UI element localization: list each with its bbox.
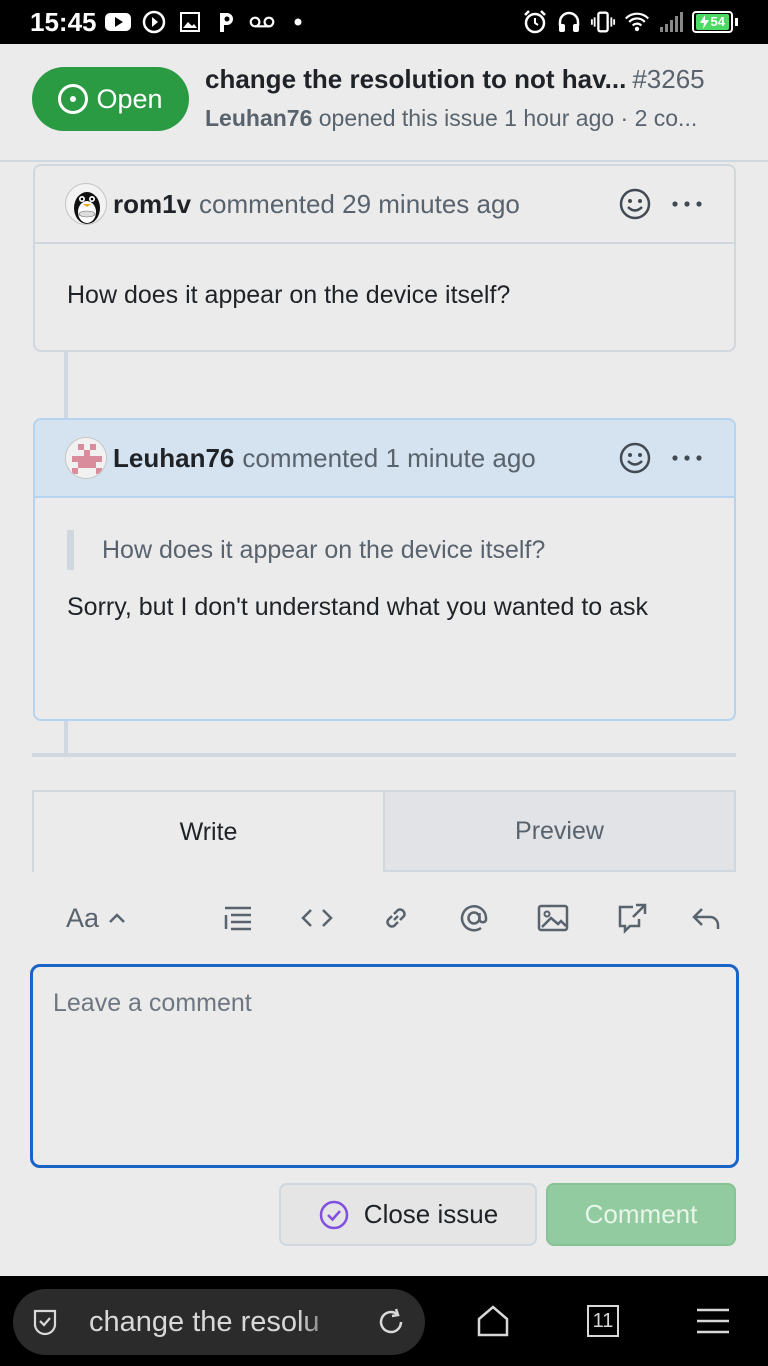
- avatar[interactable]: [65, 437, 107, 479]
- signal-icon: [658, 9, 684, 35]
- comment-actions: [618, 441, 704, 475]
- browser-bottom-bar: change the resolu 11: [0, 1276, 768, 1366]
- saved-replies-button[interactable]: [671, 893, 740, 943]
- close-issue-button[interactable]: Close issue: [279, 1183, 537, 1246]
- check-circle-icon: [319, 1200, 349, 1229]
- image-icon: [177, 9, 203, 35]
- smiley-icon[interactable]: [618, 441, 652, 475]
- vibrate-icon: [590, 9, 616, 35]
- numbered-list-button[interactable]: [199, 893, 278, 943]
- issue-title-text: change the resolution to not hav...: [205, 64, 627, 94]
- editor-tabs: Write Preview: [32, 790, 736, 872]
- youtube-icon: [104, 9, 131, 35]
- link-icon: [385, 908, 406, 928]
- text-format-label: Aa: [66, 902, 100, 933]
- comment-submit-button[interactable]: Comment: [546, 1183, 736, 1246]
- status-bar: 15:45 54: [0, 0, 768, 44]
- avatar[interactable]: [65, 183, 107, 225]
- tab-count: 11: [592, 1309, 614, 1332]
- comment-text: Sorry, but I don't understand what you w…: [67, 593, 649, 621]
- system-icons: 54: [522, 9, 738, 35]
- comment-header: Leuhan76 commented 1 minute ago: [35, 420, 734, 498]
- issue-meta: Leuhan76 opened this issue 1 hour ago · …: [205, 105, 745, 132]
- issue-number: #3265: [632, 64, 705, 94]
- battery-level: 54: [710, 14, 725, 29]
- url-text: change the resolu: [89, 1305, 320, 1338]
- image-button[interactable]: [514, 893, 593, 943]
- comment-textarea[interactable]: [30, 964, 739, 1168]
- reply-icon: [691, 908, 719, 929]
- image-icon: [537, 904, 569, 932]
- battery-tip: [735, 18, 738, 26]
- comment-header: rom1v commented 29 minutes ago: [35, 166, 734, 244]
- smiley-icon[interactable]: [618, 187, 652, 221]
- comment-timestamp: commented 1 minute ago: [242, 442, 536, 473]
- timeline-connector: [64, 352, 68, 418]
- dot-icon: [285, 9, 311, 35]
- wifi-icon: [624, 9, 650, 35]
- menu-button[interactable]: [688, 1296, 738, 1346]
- tab-write[interactable]: Write: [32, 790, 385, 872]
- comment-author[interactable]: Leuhan76: [113, 443, 234, 474]
- p-app-icon: [213, 9, 239, 35]
- timeline-connector: [64, 720, 68, 754]
- home-icon: [477, 1305, 509, 1337]
- clock: 15:45: [30, 6, 97, 37]
- issue-header: Open change the resolution to not hav...…: [0, 44, 768, 162]
- text-format-button[interactable]: Aa: [50, 893, 149, 943]
- home-button[interactable]: [468, 1296, 518, 1346]
- notification-icons: [104, 9, 311, 35]
- tabs-button[interactable]: 11: [578, 1296, 628, 1346]
- comment-card: rom1v commented 29 minutes ago How does …: [33, 164, 736, 352]
- address-bar[interactable]: change the resolu: [13, 1289, 425, 1355]
- comment-timestamp: commented 29 minutes ago: [199, 188, 520, 219]
- code-button[interactable]: [277, 893, 356, 943]
- issue-title[interactable]: change the resolution to not hav... #3265: [205, 64, 745, 95]
- play-circle-icon: [141, 9, 167, 35]
- issue-author-link[interactable]: Leuhan76: [205, 105, 312, 131]
- hamburger-menu-icon: [697, 1308, 729, 1334]
- comment-body: How does it appear on the device itself?…: [35, 498, 734, 648]
- issue-open-icon: [58, 84, 89, 114]
- comment-card: Leuhan76 commented 1 minute ago How does…: [33, 418, 736, 721]
- shield-check-icon: [33, 1309, 57, 1336]
- comment-actions: [618, 187, 704, 221]
- comment-author[interactable]: rom1v: [113, 189, 191, 220]
- issue-meta-text: opened this issue 1 hour ago · 2 co...: [318, 105, 698, 131]
- alarm-icon: [522, 9, 548, 35]
- markdown-toolbar: Aa: [50, 893, 740, 943]
- voicemail-icon: [249, 9, 275, 35]
- kebab-menu-icon[interactable]: [670, 199, 704, 209]
- mention-button[interactable]: [435, 893, 514, 943]
- close-issue-label: Close issue: [363, 1199, 499, 1229]
- link-button[interactable]: [356, 893, 435, 943]
- headphones-icon: [556, 9, 582, 35]
- code-icon: [300, 909, 333, 927]
- tab-preview[interactable]: Preview: [385, 790, 736, 872]
- kebab-menu-icon[interactable]: [670, 453, 704, 463]
- issue-state-label: Open: [96, 83, 163, 114]
- chevron-up-icon: [109, 913, 125, 923]
- issue-state-badge: Open: [32, 67, 189, 131]
- timeline-divider: [32, 753, 736, 757]
- cross-reference-icon: [618, 903, 646, 935]
- comment-body: How does it appear on the device itself?: [67, 281, 511, 309]
- battery-indicator: 54: [691, 11, 733, 33]
- reload-icon[interactable]: [375, 1306, 407, 1338]
- cross-reference-button[interactable]: [592, 893, 671, 943]
- at-sign-icon: [461, 905, 488, 932]
- list-icon: [224, 906, 252, 931]
- comment-quote: How does it appear on the device itself?: [67, 530, 702, 570]
